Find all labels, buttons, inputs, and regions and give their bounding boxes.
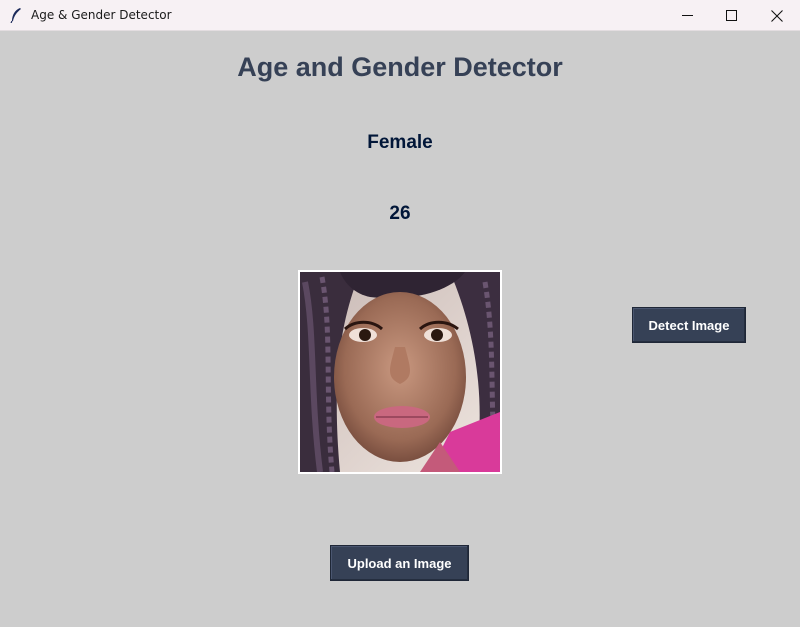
minimize-button[interactable] [664, 0, 710, 31]
close-icon [771, 9, 783, 22]
gender-result-label: Female [367, 132, 433, 153]
maximize-icon [725, 10, 737, 21]
app-window: Age & Gender Detector Age and Gender Det… [0, 0, 800, 627]
page-title: Age and Gender Detector [237, 52, 563, 82]
feather-icon [9, 7, 23, 24]
window-title: Age & Gender Detector [31, 8, 172, 22]
close-button[interactable] [754, 0, 800, 31]
title-bar[interactable]: Age & Gender Detector [0, 0, 800, 31]
uploaded-image [298, 270, 502, 474]
maximize-button[interactable] [708, 0, 754, 31]
age-result-label: 26 [389, 203, 411, 224]
detect-image-button[interactable]: Detect Image [632, 307, 746, 343]
minimize-icon [681, 10, 693, 21]
upload-image-button[interactable]: Upload an Image [330, 545, 469, 581]
